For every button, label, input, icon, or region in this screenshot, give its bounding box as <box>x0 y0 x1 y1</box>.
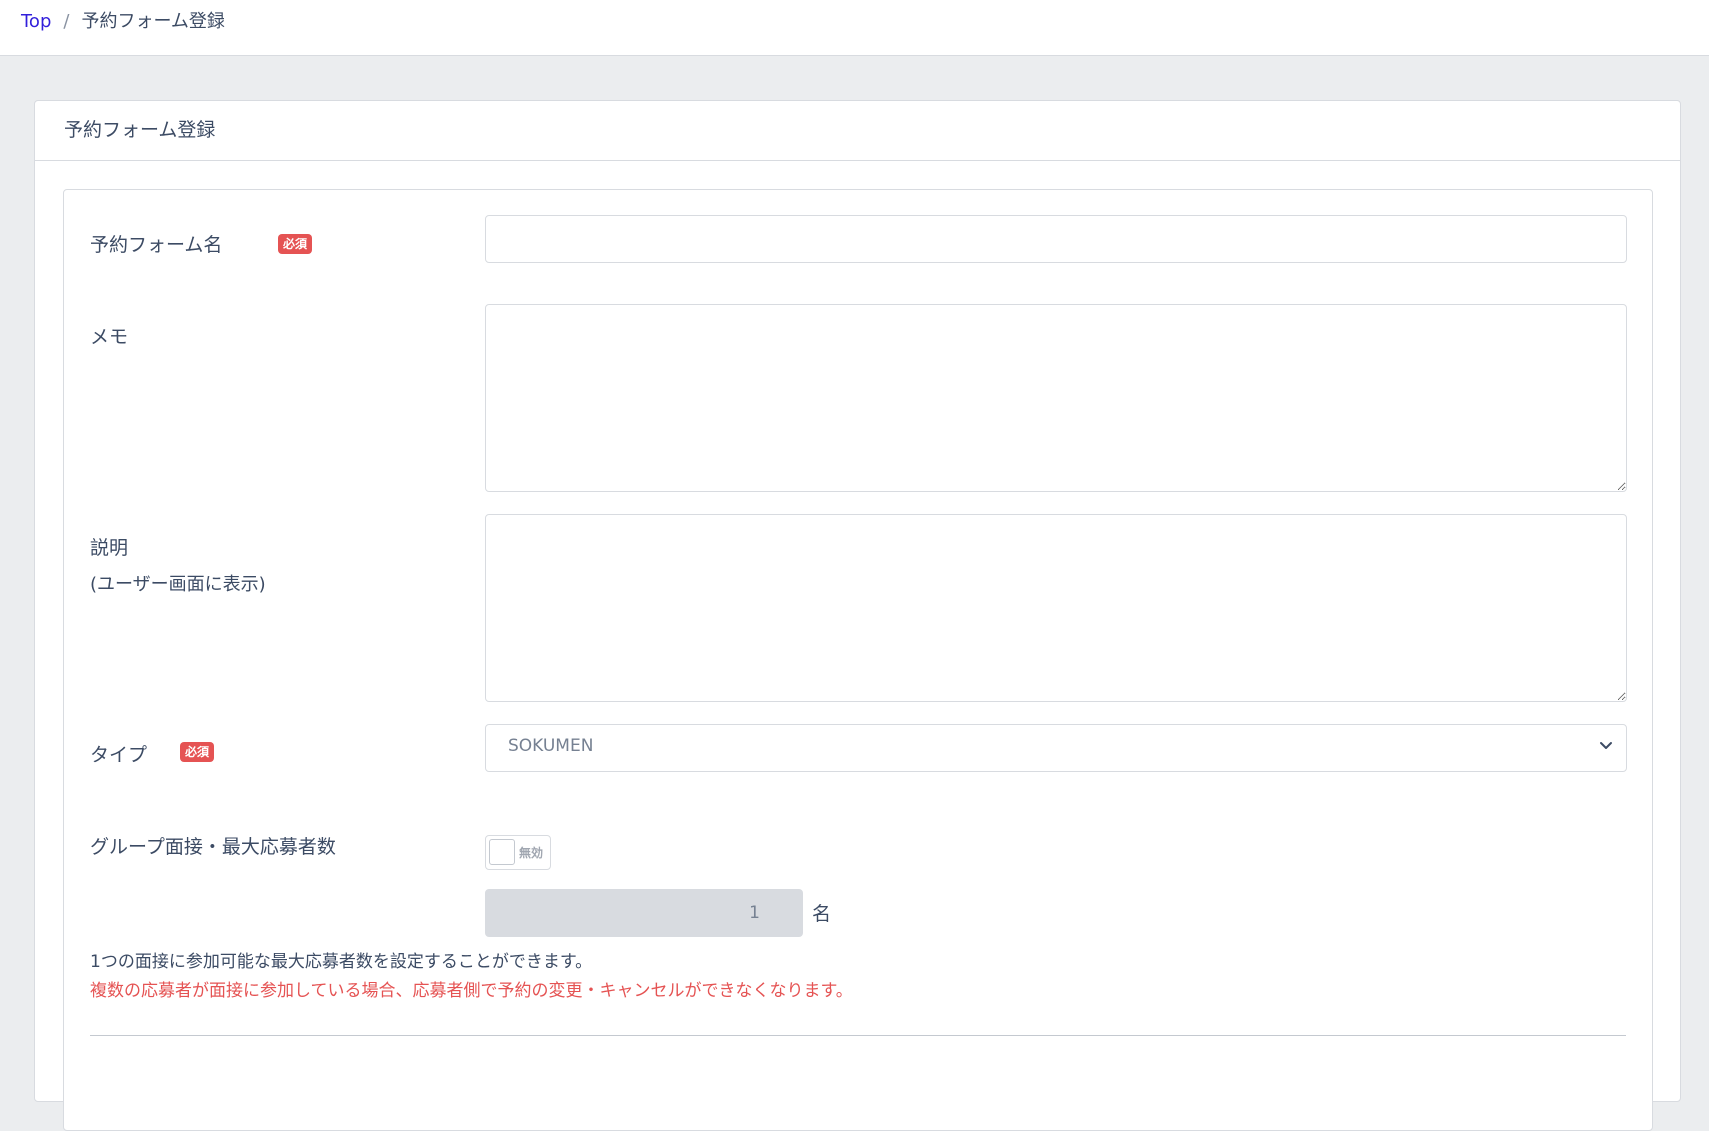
required-badge: 必須 <box>278 234 313 254</box>
type-select[interactable]: SOKUMEN <box>485 724 1627 772</box>
type-label: タイプ <box>90 744 148 766</box>
form-panel: 予約フォーム名 必須 メモ 説明 (ユーザー画面に表示) タイプ 必須 SOKU… <box>63 189 1653 1131</box>
chevron-down-icon <box>1600 742 1612 749</box>
description-label: 説明 <box>90 537 129 559</box>
type-select-value: SOKUMEN <box>508 736 594 756</box>
form-name-input[interactable] <box>485 215 1627 263</box>
group-warning-text: 複数の応募者が面接に参加している場合、応募者側で予約の変更・キャンセルができなく… <box>90 981 853 1001</box>
breadcrumb-current: 予約フォーム登録 <box>81 11 225 32</box>
section-divider <box>90 1035 1626 1036</box>
group-help-text: 1つの面接に参加可能な最大応募者数を設定することができます。 <box>90 952 593 972</box>
description-sublabel: (ユーザー画面に表示) <box>90 574 266 595</box>
required-badge: 必須 <box>180 742 215 762</box>
card-title: 予約フォーム登録 <box>35 101 1680 161</box>
max-applicants-input[interactable] <box>485 889 803 937</box>
toggle-knob <box>489 839 515 865</box>
top-bar: Top / 予約フォーム登録 <box>0 0 1709 56</box>
memo-label: メモ <box>90 326 129 348</box>
group-interview-label: グループ面接・最大応募者数 <box>90 836 336 858</box>
max-applicants-unit: 名 <box>812 903 832 925</box>
breadcrumb-home-link[interactable]: Top <box>21 10 51 34</box>
form-card: 予約フォーム登録 予約フォーム名 必須 メモ 説明 (ユーザー画面に表示) タイ… <box>34 100 1681 1131</box>
form-name-label: 予約フォーム名 <box>90 234 223 256</box>
group-interview-toggle[interactable]: 無効 <box>485 835 551 870</box>
memo-textarea[interactable] <box>485 304 1627 492</box>
description-textarea[interactable] <box>485 514 1627 702</box>
breadcrumb: Top / 予約フォーム登録 <box>21 10 225 34</box>
breadcrumb-separator: / <box>63 11 70 32</box>
toggle-state-label: 無効 <box>519 846 544 860</box>
